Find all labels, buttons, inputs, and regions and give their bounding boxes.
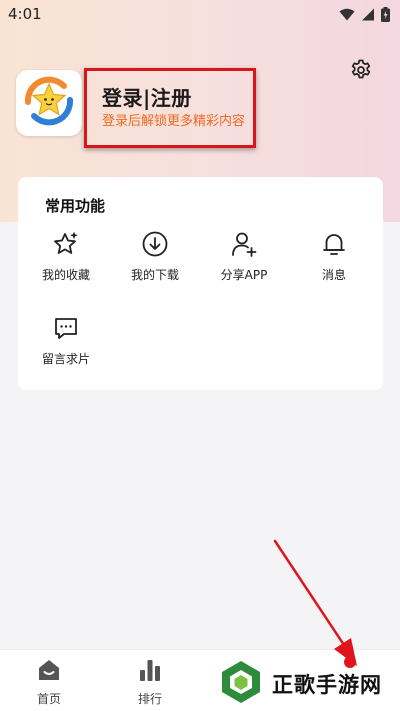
feature-favorites[interactable]: 我的收藏: [26, 229, 106, 289]
download-icon: [140, 229, 170, 259]
card-title: 常用功能: [45, 197, 106, 215]
status-time: 4:01: [8, 5, 42, 23]
feature-messages[interactable]: 消息: [294, 229, 374, 289]
user-add-icon: [229, 229, 259, 259]
feature-label: 我的下载: [130, 268, 179, 282]
gear-icon: [349, 58, 373, 86]
bell-icon: [319, 229, 349, 259]
login-register-link[interactable]: 登录|注册: [102, 82, 192, 111]
feature-share-app[interactable]: 分享APP: [204, 229, 284, 289]
star-sparkle-icon: [51, 229, 81, 259]
feature-request-movie[interactable]: 留言求片: [26, 313, 106, 373]
settings-button[interactable]: [348, 59, 374, 85]
feature-label: 我的收藏: [41, 268, 90, 282]
feature-label: 消息: [321, 268, 346, 282]
watermark-logo-icon: [218, 659, 264, 709]
status-bar: 4:01: [0, 0, 400, 28]
nav-home[interactable]: 首页: [9, 650, 89, 711]
nav-label: 排行: [137, 692, 162, 706]
nav-ranking[interactable]: 排行: [110, 650, 190, 711]
profile-section: 登录|注册 登录后解锁更多精彩内容: [16, 68, 384, 150]
feature-downloads[interactable]: 我的下载: [115, 229, 195, 289]
feature-label: 分享APP: [220, 268, 268, 282]
watermark-text: 正歌手游网: [272, 673, 382, 697]
avatar[interactable]: [16, 70, 82, 136]
signal-icon: [361, 8, 375, 21]
wifi-icon: [339, 8, 355, 21]
battery-icon: [381, 6, 390, 22]
watermark: 正歌手游网: [218, 660, 382, 708]
status-icons: [339, 6, 390, 22]
message-icon: [51, 313, 81, 343]
common-functions-card: 常用功能 我的收藏 我的下载 分享APP 消息 留言求片: [18, 177, 383, 390]
home-icon: [36, 658, 62, 686]
ranking-icon: [137, 658, 163, 686]
nav-label: 首页: [36, 692, 61, 706]
login-subtitle: 登录后解锁更多精彩内容: [102, 114, 246, 129]
star-logo-icon: [20, 72, 78, 134]
feature-label: 留言求片: [41, 352, 90, 366]
